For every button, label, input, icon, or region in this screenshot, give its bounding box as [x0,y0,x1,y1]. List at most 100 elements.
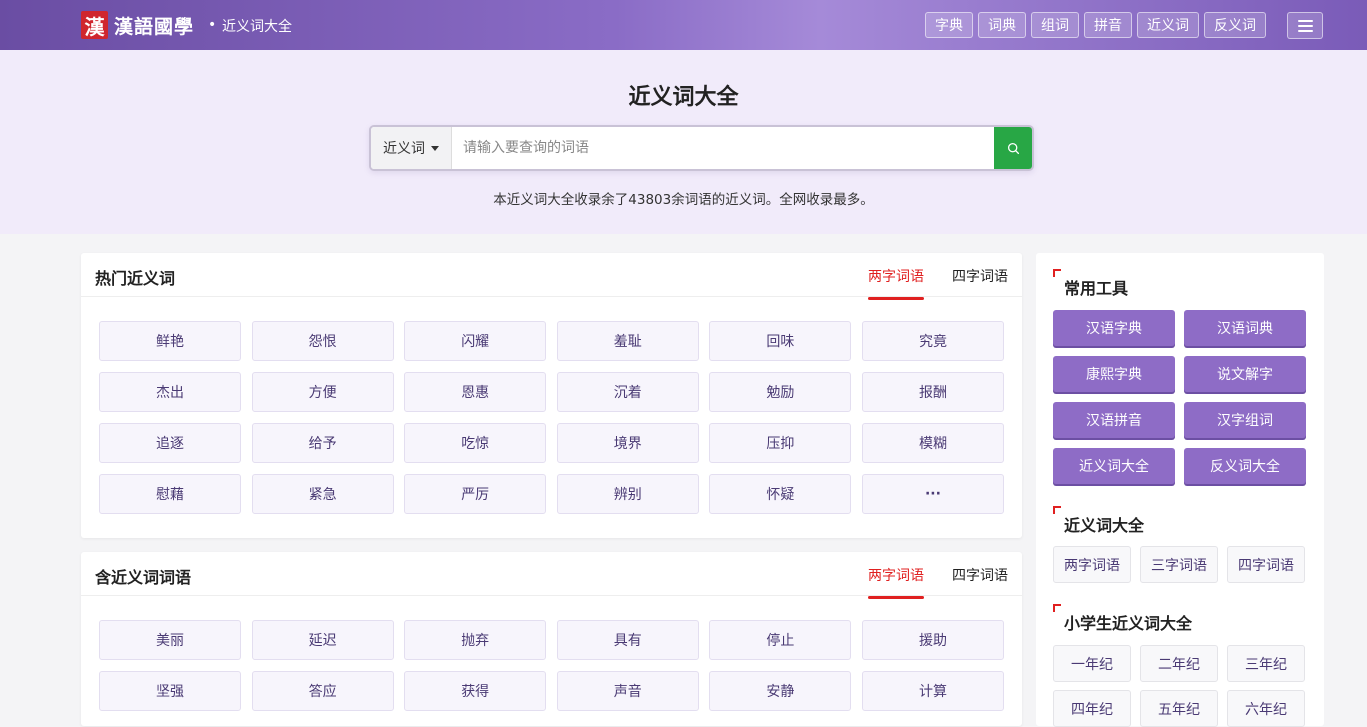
search-type-label: 近义词 [383,141,425,157]
tool-button[interactable]: 说文解字 [1184,356,1306,392]
breadcrumb-separator: • [208,17,217,33]
word-link[interactable]: 停止 [709,620,852,660]
word-link[interactable]: 杰出 [99,372,241,412]
hero-description: 本近义词大全收录余了43803余词语的近义词。全网收录最多。 [493,192,874,208]
word-link[interactable]: 究竟 [861,321,1004,361]
search-bar: 近义词 [369,125,1034,171]
hot-synonyms-panel: 热门近义词 两字词语 四字词语 鲜艳 怨恨 闪耀 羞耻 回味 究竟 杰出 方便 … [81,253,1022,538]
hero-section: 近义词大全 近义词 本近义词大全收录余了43803余词语的近义词。全网收录最多。 [0,50,1367,234]
word-link[interactable]: 抛弃 [404,620,547,660]
word-link[interactable]: 鲜艳 [99,321,241,361]
word-link[interactable]: 回味 [709,321,852,361]
top-nav: 字典 词典 组词 拼音 近义词 反义词 [925,12,1266,38]
word-link[interactable]: 怀疑 [709,474,852,514]
tool-button[interactable]: 汉语词典 [1184,310,1306,346]
corner-mark-icon [1053,269,1061,277]
grade-link[interactable]: 一年纪 [1053,645,1131,682]
tool-button[interactable]: 近义词大全 [1053,448,1175,484]
word-link[interactable]: 吃惊 [404,423,547,463]
word-link[interactable]: 压抑 [709,423,852,463]
tools-section-title: 常用工具 [1064,279,1129,298]
caret-down-icon [431,145,439,151]
search-type-dropdown[interactable]: 近义词 [371,127,452,169]
panel-header: 热门近义词 两字词语 四字词语 [81,253,1022,300]
word-link[interactable]: 恩惠 [404,372,547,412]
chip-link[interactable]: 三字词语 [1140,546,1218,583]
word-link[interactable]: 追逐 [99,423,241,463]
word-link[interactable]: 沉着 [556,372,699,412]
synonym-length-links: 两字词语 三字词语 四字词语 [1053,546,1305,583]
grade-link[interactable]: 四年纪 [1053,690,1131,727]
word-link[interactable]: 勉励 [709,372,852,412]
word-link[interactable]: 美丽 [99,620,241,660]
search-button[interactable] [994,127,1032,169]
word-link[interactable]: 获得 [404,671,547,711]
corner-mark-icon [1053,604,1061,612]
nav-pinyin-button[interactable]: 拼音 [1084,12,1132,38]
word-link[interactable]: 怨恨 [251,321,394,361]
hamburger-menu-icon[interactable] [1287,12,1323,39]
nav-fanyici-button[interactable]: 反义词 [1204,12,1266,38]
word-grid: 鲜艳 怨恨 闪耀 羞耻 回味 究竟 杰出 方便 恩惠 沉着 勉励 报酬 追逐 给… [99,321,1004,514]
breadcrumb-current[interactable]: 近义词大全 [222,16,292,36]
more-button[interactable]: ··· [861,474,1004,514]
panel-title: 热门近义词 [95,269,176,288]
corner-mark-icon [1053,506,1061,514]
word-link[interactable]: 模糊 [861,423,1004,463]
grade-link[interactable]: 五年纪 [1140,690,1218,727]
search-icon [1007,142,1019,154]
word-link[interactable]: 紧急 [251,474,394,514]
sidebar: 常用工具 汉语字典 汉语词典 康熙字典 说文解字 汉语拼音 汉字组词 近义词大全… [1036,253,1324,727]
word-link[interactable]: 声音 [556,671,699,711]
grade-link[interactable]: 六年纪 [1227,690,1305,727]
word-link[interactable]: 报酬 [861,372,1004,412]
word-link[interactable]: 方便 [251,372,394,412]
word-link[interactable]: 闪耀 [404,321,547,361]
grade-links: 一年纪 二年纪 三年纪 四年纪 五年纪 六年纪 [1053,645,1305,727]
nav-jinyici-button[interactable]: 近义词 [1137,12,1199,38]
tab-two-char[interactable]: 两字词语 [868,565,924,599]
panel-tabs: 两字词语 四字词语 [868,266,1008,300]
nav-cidian-button[interactable]: 词典 [978,12,1026,38]
nav-zidian-button[interactable]: 字典 [925,12,973,38]
chip-link[interactable]: 两字词语 [1053,546,1131,583]
word-link[interactable]: 答应 [251,671,394,711]
site-logo[interactable]: 漢 漢語國學 [81,11,194,39]
logo-text: 漢語國學 [114,15,195,38]
page-title: 近义词大全 [628,85,739,110]
chip-link[interactable]: 四字词语 [1227,546,1305,583]
tool-button[interactable]: 汉语拼音 [1053,402,1175,438]
word-link[interactable]: 给予 [251,423,394,463]
word-link[interactable]: 羞耻 [556,321,699,361]
word-link[interactable]: 境界 [556,423,699,463]
word-link[interactable]: 严厉 [404,474,547,514]
tab-four-char[interactable]: 四字词语 [952,266,1008,296]
word-link[interactable]: 辨别 [556,474,699,514]
word-link[interactable]: 安静 [709,671,852,711]
pupil-section-title: 小学生近义词大全 [1064,614,1193,633]
tool-button[interactable]: 康熙字典 [1053,356,1175,392]
grade-link[interactable]: 二年纪 [1140,645,1218,682]
tab-two-char[interactable]: 两字词语 [868,266,924,300]
word-link[interactable]: 慰藉 [99,474,241,514]
word-link[interactable]: 计算 [861,671,1004,711]
word-grid: 美丽 延迟 抛弃 具有 停止 援助 坚强 答应 获得 声音 安静 计算 [99,620,1004,711]
word-link[interactable]: 具有 [556,620,699,660]
tab-four-char[interactable]: 四字词语 [952,565,1008,595]
search-input[interactable] [452,127,994,169]
word-link[interactable]: 援助 [861,620,1004,660]
contains-synonyms-panel: 含近义词词语 两字词语 四字词语 美丽 延迟 抛弃 具有 停止 援助 坚强 答应… [81,552,1022,726]
tool-button[interactable]: 汉语字典 [1053,310,1175,346]
tool-button[interactable]: 反义词大全 [1184,448,1306,484]
panel-title: 含近义词词语 [95,568,192,587]
tool-button[interactable]: 汉字组词 [1184,402,1306,438]
top-bar: 漢 漢語國學 • 近义词大全 字典 词典 组词 拼音 近义词 反义词 [0,0,1367,50]
synonyms-section-title: 近义词大全 [1064,516,1145,535]
logo-seal-icon: 漢 [81,11,108,39]
grade-link[interactable]: 三年纪 [1227,645,1305,682]
tools-grid: 汉语字典 汉语词典 康熙字典 说文解字 汉语拼音 汉字组词 近义词大全 反义词大… [1053,310,1306,484]
panel-tabs: 两字词语 四字词语 [868,565,1008,599]
nav-zuci-button[interactable]: 组词 [1031,12,1079,38]
word-link[interactable]: 坚强 [99,671,241,711]
word-link[interactable]: 延迟 [251,620,394,660]
